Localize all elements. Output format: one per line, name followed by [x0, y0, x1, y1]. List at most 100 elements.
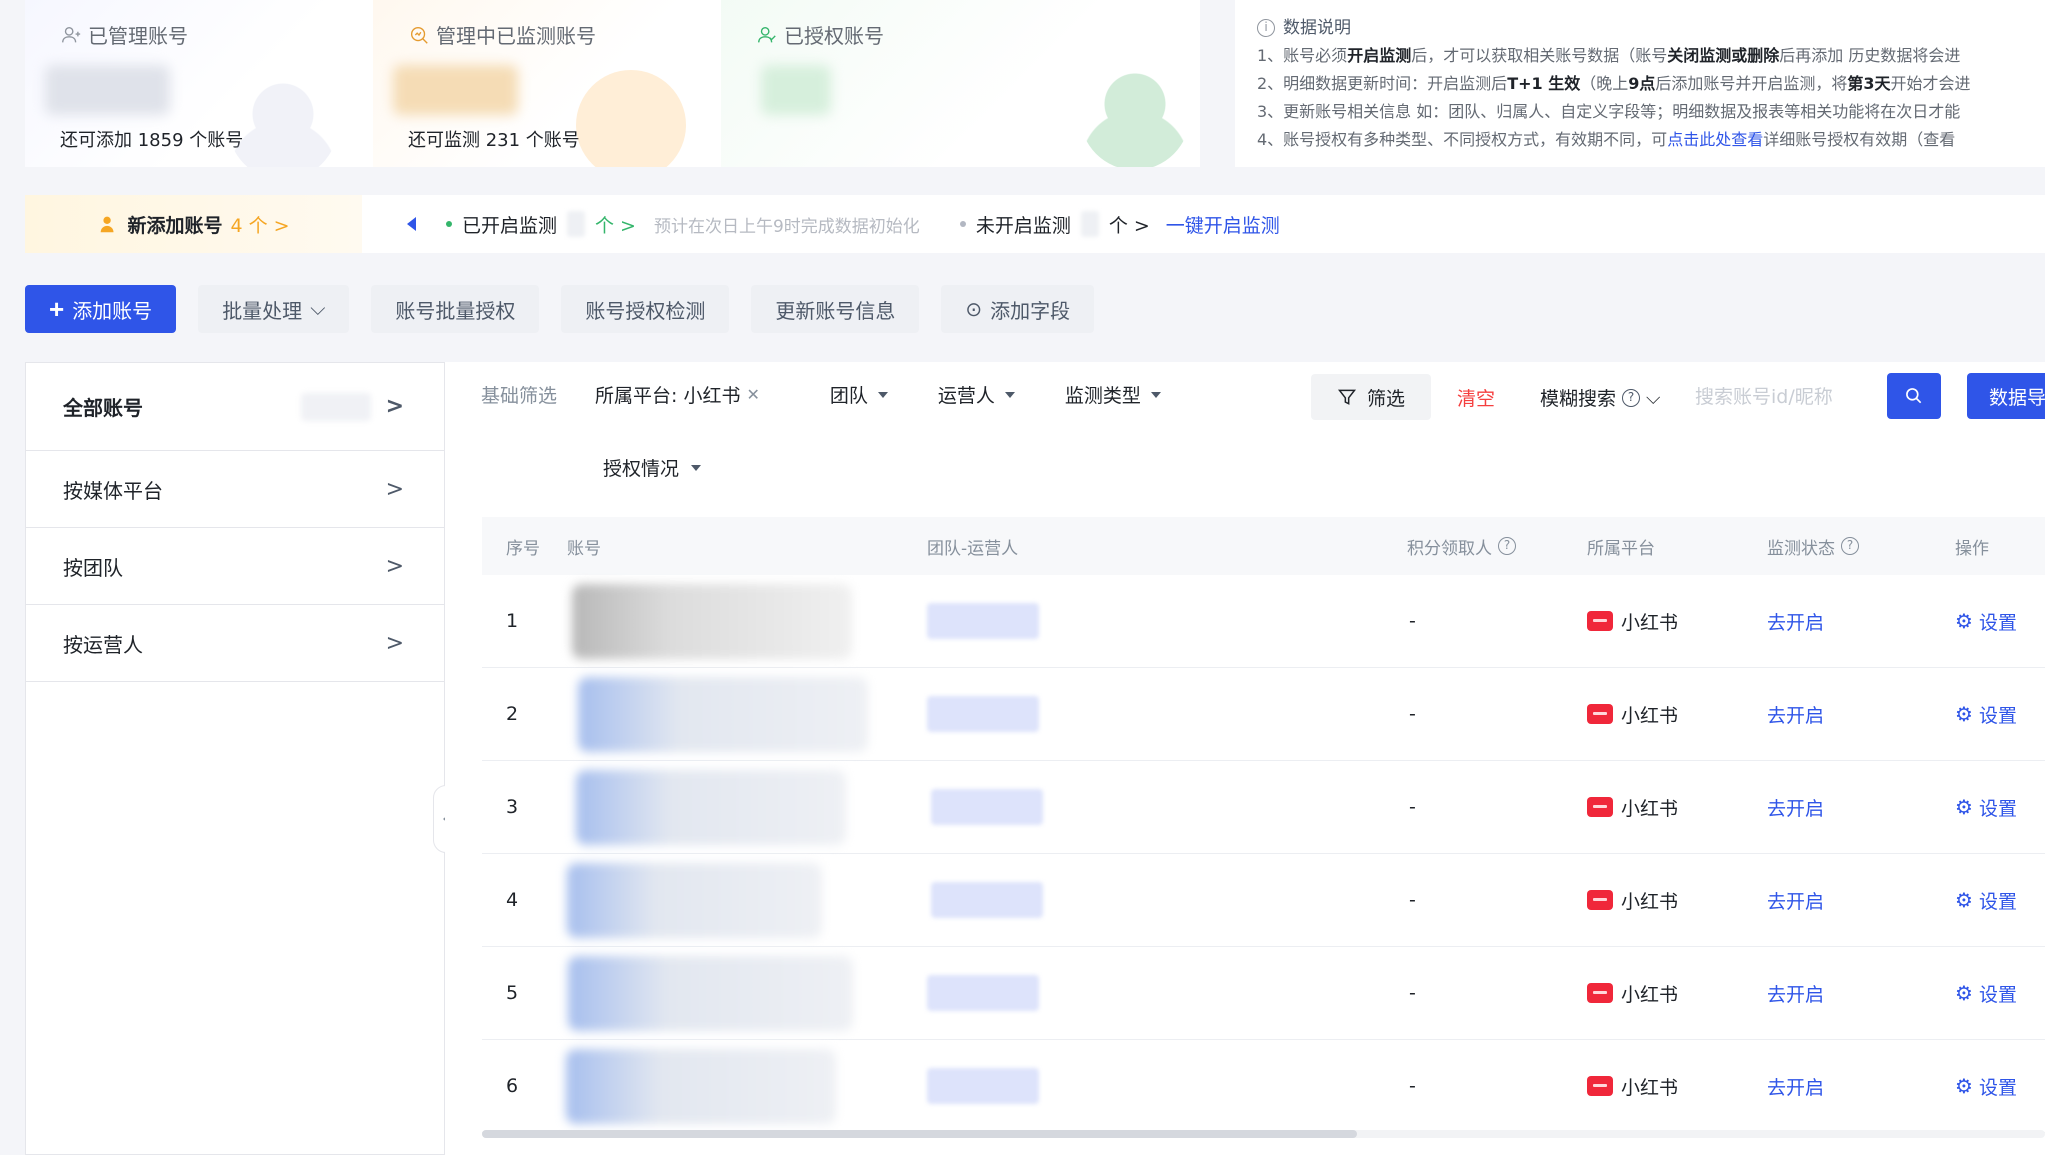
add-field-button[interactable]: ⊙ 添加字段: [941, 285, 1095, 333]
caret-down-icon: [877, 391, 888, 398]
gear-icon[interactable]: ⚙: [1955, 1074, 1973, 1098]
help-icon[interactable]: ?: [1841, 537, 1859, 555]
platform-cell: 小红书: [1587, 1073, 1767, 1100]
main-content: 基础筛选 所属平台: 小红书 ✕ 团队 运营人 监测类型 筛选 清空 模糊搜索? ⌵…: [445, 362, 2045, 1155]
settings-link[interactable]: 设置: [1979, 980, 2017, 1007]
header-status: 监测状态?: [1767, 534, 1955, 559]
auth-check-button[interactable]: 账号授权检测: [561, 285, 730, 333]
account-cell[interactable]: [567, 583, 927, 659]
stat-card-managed[interactable]: 已管理账号 还可添加 1859 个账号: [25, 0, 373, 167]
sidebar-item-platform[interactable]: 按媒体平台 >: [26, 451, 444, 528]
basic-filter-label: 基础筛选: [481, 385, 558, 407]
gear-icon[interactable]: ⚙: [1955, 981, 1973, 1005]
gear-icon[interactable]: ⚙: [1955, 888, 1973, 912]
search-input[interactable]: [1695, 374, 1880, 420]
plus-icon: +: [49, 294, 65, 324]
enable-monitor-link[interactable]: 去开启: [1767, 980, 1824, 1007]
search-button[interactable]: [1887, 373, 1941, 419]
team-cell: [927, 696, 1407, 732]
help-icon: ?: [1622, 388, 1641, 407]
table-row[interactable]: 6 - 小红书 去开启 ⚙ 设置: [482, 1040, 2045, 1133]
settings-link[interactable]: 设置: [1979, 794, 2017, 821]
table-row[interactable]: 3 - 小红书 去开启 ⚙ 设置: [482, 761, 2045, 854]
op-cell: ⚙ 设置: [1955, 887, 2045, 914]
stat-card-authorized[interactable]: 已授权账号: [721, 0, 1200, 167]
close-icon[interactable]: ✕: [746, 385, 759, 404]
gear-icon[interactable]: ⚙: [1955, 795, 1973, 819]
table-row[interactable]: 4 - 小红书 去开启 ⚙ 设置: [482, 854, 2045, 947]
filter-button[interactable]: 筛选: [1311, 374, 1431, 420]
sidebar-item-team[interactable]: 按团队 >: [26, 528, 444, 605]
fuzzy-search-select[interactable]: 模糊搜索? ⌵: [1540, 384, 1660, 411]
score-cell: -: [1409, 889, 1416, 911]
header-team: 团队-运营人: [927, 538, 1019, 559]
operator-filter-dropdown[interactable]: 运营人: [938, 381, 1015, 408]
gear-icon[interactable]: ⚙: [1955, 609, 1973, 633]
enable-monitor-link[interactable]: 去开启: [1767, 608, 1824, 635]
xiaohongshu-icon: [1587, 611, 1613, 631]
settings-link[interactable]: 设置: [1979, 608, 2017, 635]
chevron-right-icon: >: [385, 630, 404, 656]
monitor-status-bar: 新添加账号 4 个 > 已开启监测 个 > 预计在次日上午9时完成数据初始化 未…: [25, 195, 2045, 253]
horizontal-scrollbar[interactable]: [482, 1130, 2045, 1138]
update-info-button[interactable]: 更新账号信息: [751, 285, 920, 333]
caret-down-icon: [691, 464, 702, 471]
monitor-type-dropdown[interactable]: 监测类型: [1065, 381, 1161, 408]
team-filter-dropdown[interactable]: 团队: [830, 381, 888, 408]
enable-monitor-link[interactable]: 去开启: [1767, 794, 1824, 821]
gear-icon[interactable]: ⚙: [1955, 702, 1973, 726]
header-idx: 序号: [506, 538, 540, 559]
table-row[interactable]: 1 - 小红书 去开启 ⚙ 设置: [482, 575, 2045, 668]
row-index: 2: [506, 703, 519, 725]
accounts-table: 序号 账号 团队-运营人 积分领取人? 所属平台 监测状态? 操作 1 - 小红…: [482, 517, 2045, 1133]
sidebar-item-label: 全部账号: [63, 396, 143, 420]
view-auth-link[interactable]: 点击此处查看: [1667, 130, 1763, 149]
account-cell[interactable]: [567, 862, 927, 938]
monitor-status-cell: 去开启: [1767, 701, 1955, 728]
enable-monitor-link[interactable]: 去开启: [1767, 1073, 1824, 1100]
enabled-monitoring-item[interactable]: 已开启监测 个 >: [446, 211, 636, 238]
platform-cell: 小红书: [1587, 887, 1767, 914]
chevron-right-icon: >: [385, 476, 404, 502]
scrollbar-thumb[interactable]: [482, 1130, 1357, 1138]
settings-link[interactable]: 设置: [1979, 887, 2017, 914]
caret-down-icon: [1150, 391, 1161, 398]
platform-filter-chip[interactable]: 所属平台: 小红书 ✕: [595, 381, 760, 408]
account-cell[interactable]: [567, 769, 927, 845]
settings-link[interactable]: 设置: [1979, 1073, 2017, 1100]
one-click-enable-link[interactable]: 一键开启监测: [1166, 211, 1280, 238]
new-accounts-tab[interactable]: 新添加账号 4 个 >: [25, 195, 362, 253]
score-cell: -: [1409, 982, 1416, 1004]
help-icon[interactable]: ?: [1498, 537, 1516, 555]
chevron-down-icon: ⌵: [1646, 386, 1661, 409]
row-index: 5: [506, 982, 519, 1004]
stat-card-monitored[interactable]: 管理中已监测账号 还可监测 231 个账号: [373, 0, 721, 167]
add-account-button[interactable]: + 添加账号: [25, 285, 177, 333]
platform-cell: 小红书: [1587, 701, 1767, 728]
batch-auth-button[interactable]: 账号批量授权: [371, 285, 540, 333]
team-blurred: [927, 1068, 1039, 1104]
account-cell[interactable]: [567, 955, 927, 1031]
header-op: 操作: [1955, 538, 1989, 559]
enable-monitor-link[interactable]: 去开启: [1767, 701, 1824, 728]
table-row[interactable]: 5 - 小红书 去开启 ⚙ 设置: [482, 947, 2045, 1040]
settings-link[interactable]: 设置: [1979, 701, 2017, 728]
team-cell: [927, 975, 1407, 1011]
clear-button[interactable]: 清空: [1457, 384, 1495, 411]
sidebar-item-all[interactable]: 全部账号 >: [26, 363, 444, 451]
stat-value-blurred: [393, 65, 518, 115]
account-cell[interactable]: [567, 676, 927, 752]
batch-process-button[interactable]: 批量处理 ⌵: [198, 285, 350, 333]
monitor-status-cell: 去开启: [1767, 1073, 1955, 1100]
auth-status-dropdown[interactable]: 授权情况: [603, 454, 702, 481]
account-blurred: [572, 583, 852, 659]
scroll-left-icon[interactable]: [407, 217, 416, 231]
table-row[interactable]: 2 - 小红书 去开启 ⚙ 设置: [482, 668, 2045, 761]
sidebar-item-operator[interactable]: 按运营人 >: [26, 605, 444, 682]
team-blurred: [927, 696, 1039, 732]
account-cell[interactable]: [566, 1048, 927, 1124]
sidebar-item-label: 按运营人: [63, 632, 143, 657]
data-export-button[interactable]: 数据导: [1967, 373, 2045, 419]
enable-monitor-link[interactable]: 去开启: [1767, 887, 1824, 914]
disabled-monitoring-item[interactable]: 未开启监测 个 >: [959, 211, 1150, 238]
